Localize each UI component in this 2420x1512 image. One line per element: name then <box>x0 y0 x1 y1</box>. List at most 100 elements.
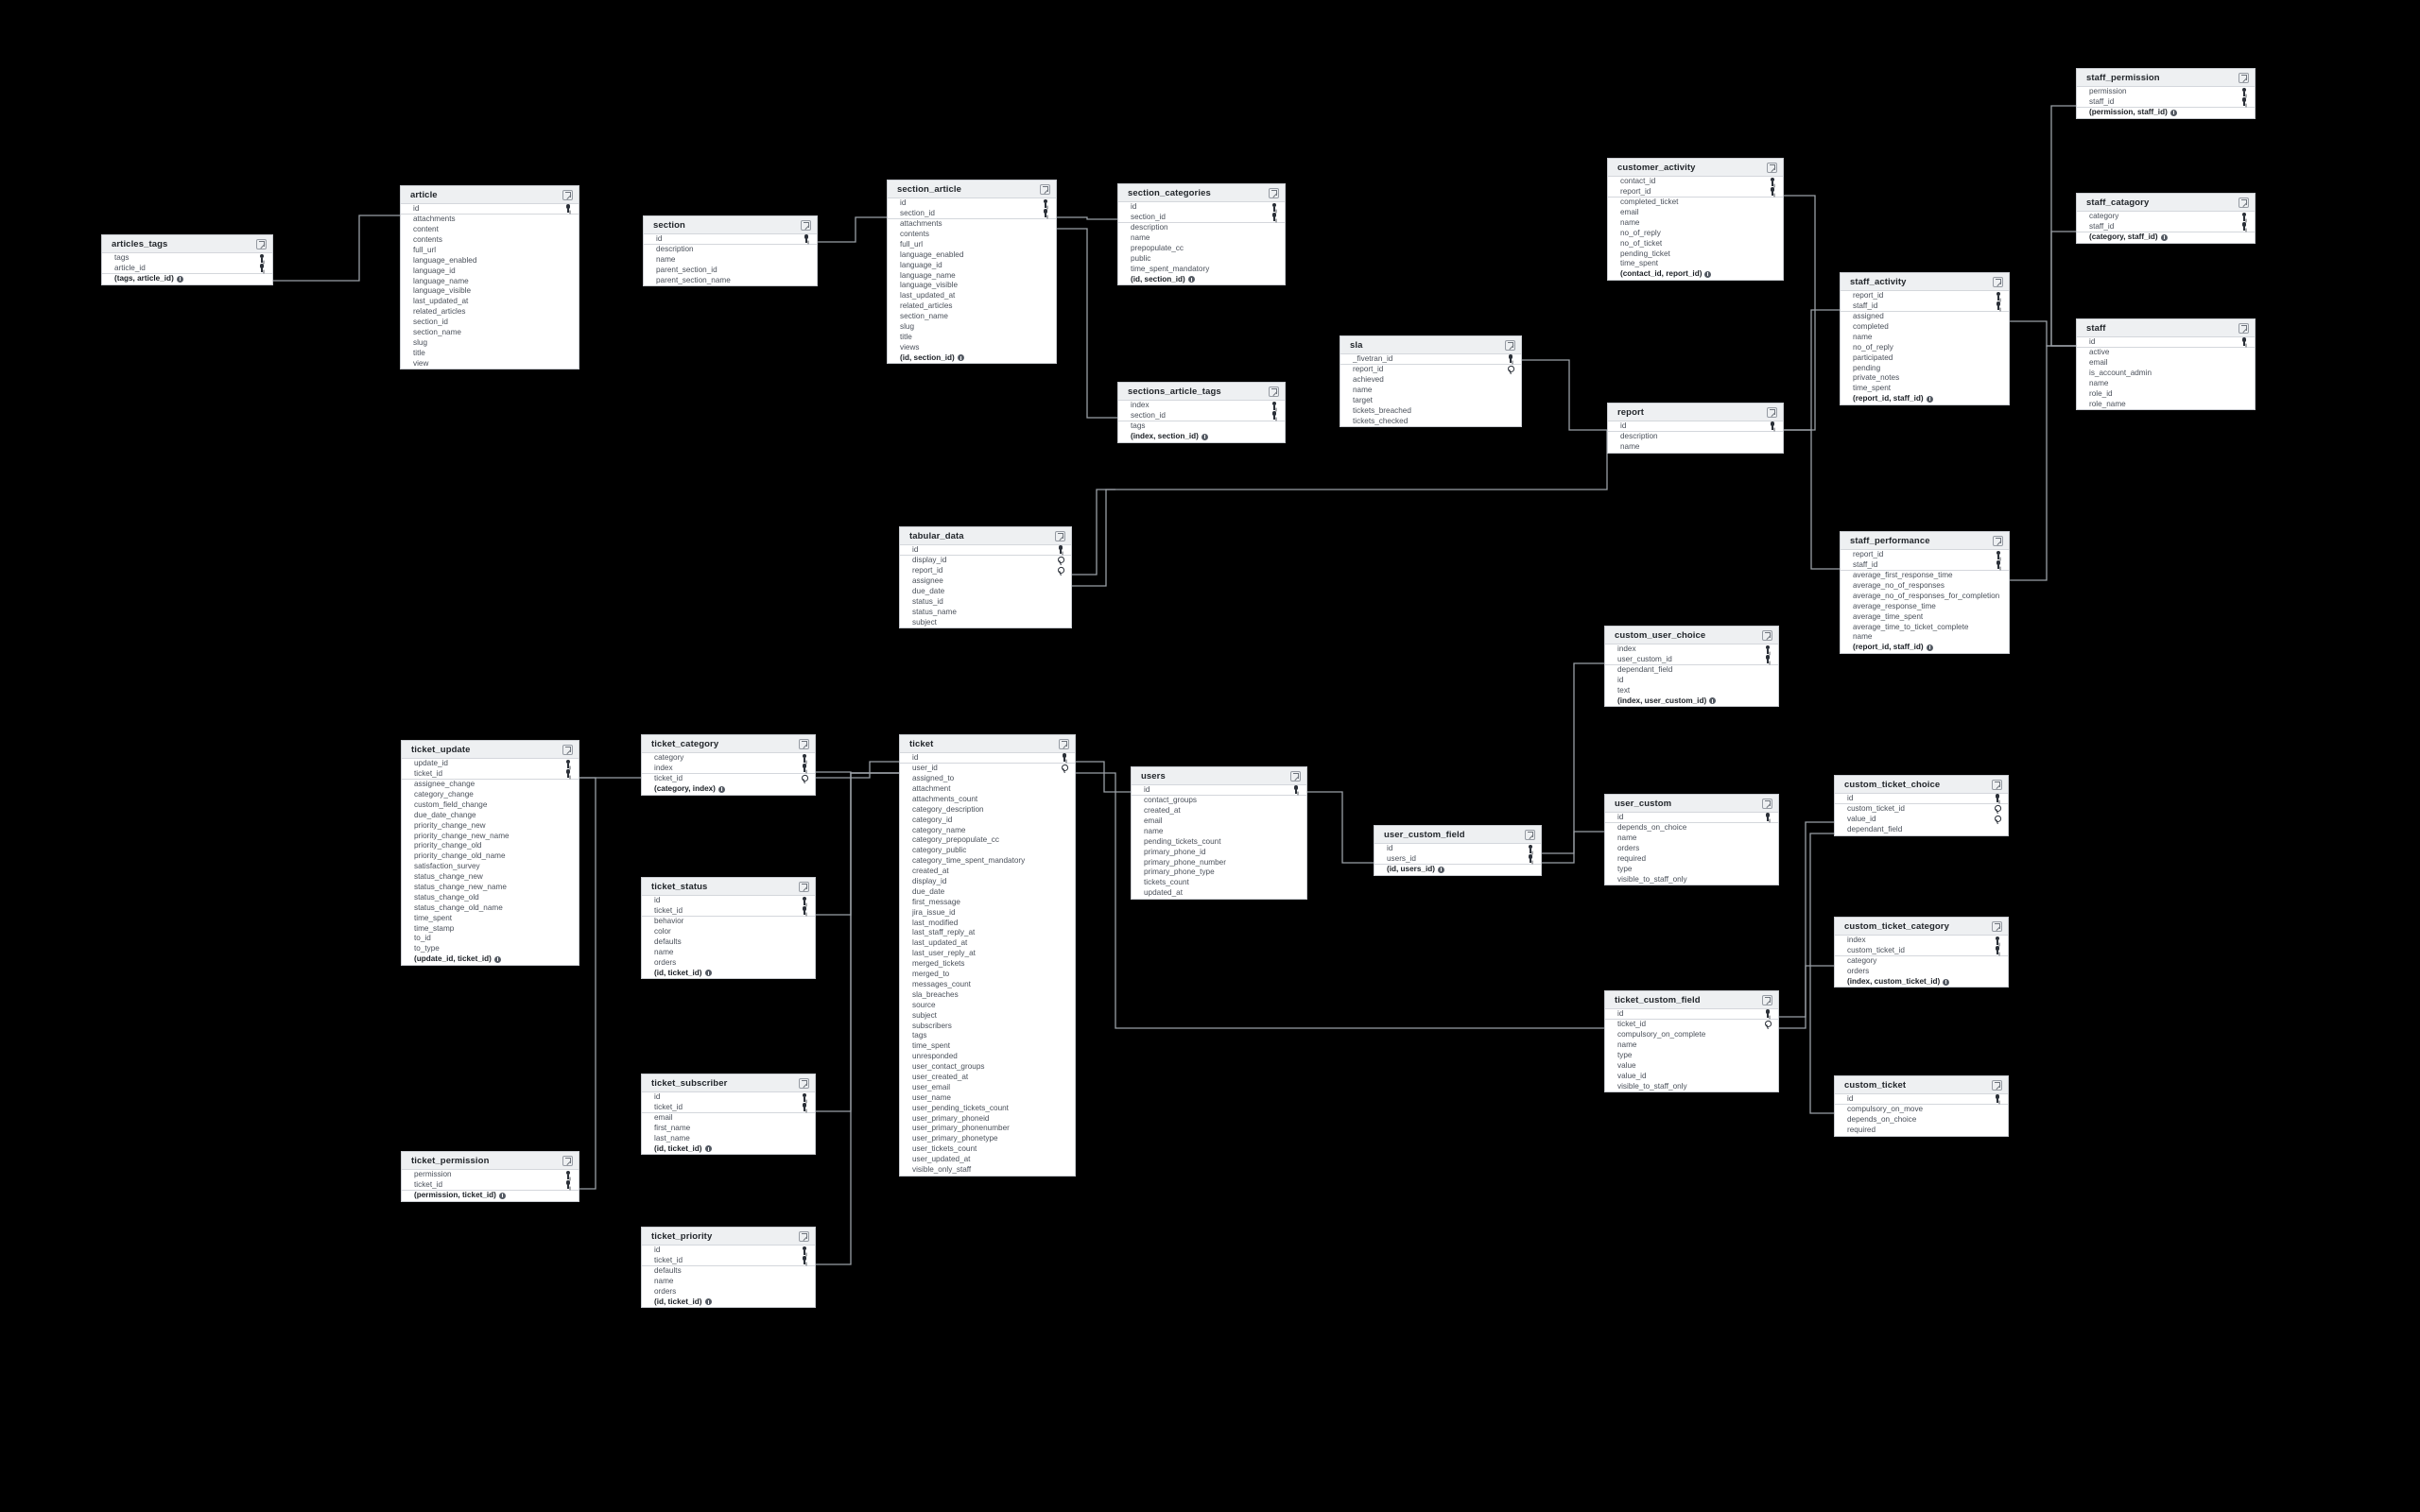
info-icon[interactable] <box>176 275 183 283</box>
info-icon[interactable] <box>1437 866 1444 873</box>
expand-icon[interactable] <box>2238 322 2249 334</box>
table-card-ticket_status[interactable]: ticket_status id ticket_id behavior color def… <box>641 877 816 980</box>
table-card-ticket_category[interactable]: ticket_category category index ticket_id (ca… <box>641 734 816 796</box>
expand-icon[interactable] <box>1269 187 1279 198</box>
info-icon[interactable] <box>1704 270 1712 278</box>
table-card-report[interactable]: report id description name <box>1607 403 1784 454</box>
index-row: (index, section_id) <box>1118 432 1285 442</box>
expand-icon[interactable] <box>1762 994 1772 1005</box>
column-row: completed <box>1841 322 2009 333</box>
info-icon[interactable] <box>1926 644 1933 651</box>
expand-icon[interactable] <box>799 1077 809 1089</box>
expand-icon[interactable] <box>1505 339 1515 351</box>
table-card-ticket_permission[interactable]: ticket_permission permission ticket_id (per… <box>401 1151 579 1202</box>
column-name: language_enabled <box>900 249 964 259</box>
info-icon[interactable] <box>1926 395 1933 403</box>
expand-icon[interactable] <box>562 744 573 755</box>
expand-icon[interactable] <box>562 1155 573 1166</box>
expand-icon[interactable] <box>801 219 811 231</box>
column-name: assigned <box>1853 312 1884 321</box>
expand-icon[interactable] <box>2238 197 2249 208</box>
info-icon[interactable] <box>498 1192 506 1199</box>
expand-icon[interactable] <box>799 738 809 749</box>
info-icon[interactable] <box>493 955 501 963</box>
table-card-ticket_custom_field[interactable]: ticket_custom_field id ticket_id compulsory… <box>1604 990 1779 1093</box>
table-card-staff_catagory[interactable]: staff_catagory category staff_id (category,… <box>2076 193 2256 244</box>
table-title: ticket_priority <box>651 1230 713 1242</box>
table-card-ticket_subscriber[interactable]: ticket_subscriber id ticket_id email first_n… <box>641 1074 816 1156</box>
table-card-articles_tags[interactable]: articles_tags tags article_id (tags, articl… <box>101 234 273 285</box>
table-card-custom_ticket_category[interactable]: custom_ticket_category index custom_ticket… <box>1834 917 2009 988</box>
expand-icon[interactable] <box>1993 276 2003 287</box>
info-icon[interactable] <box>1201 433 1208 440</box>
column-row: category_description <box>900 804 1075 815</box>
expand-icon[interactable] <box>1762 798 1772 809</box>
table-header-user_custom_field: user_custom_field <box>1374 826 1541 844</box>
info-icon[interactable] <box>1709 697 1717 705</box>
table-card-customer_activity[interactable]: customer_activity contact_id report_id comp… <box>1607 158 1784 281</box>
column-row: category_change <box>402 790 579 800</box>
info-icon[interactable] <box>1943 978 1950 986</box>
info-icon[interactable] <box>717 785 725 793</box>
expand-icon[interactable] <box>799 881 809 892</box>
table-card-users[interactable]: users id contact_groups created_at email name… <box>1131 766 1307 900</box>
column-name: section_id <box>900 208 935 217</box>
table-card-custom_ticket[interactable]: custom_ticket id compulsory_on_move depends… <box>1834 1075 2009 1137</box>
info-icon[interactable] <box>2169 109 2177 116</box>
key-row: display_id <box>900 556 1071 566</box>
expand-icon[interactable] <box>1059 738 1069 749</box>
column-name: permission <box>2089 87 2127 96</box>
table-card-article[interactable]: article id attachments content contents full_… <box>400 185 579 370</box>
column-row: slug <box>401 338 579 349</box>
expand-icon[interactable] <box>1525 829 1535 840</box>
info-icon[interactable] <box>704 1298 712 1306</box>
table-card-sla[interactable]: sla _fivetran_id report_id achieved name targ… <box>1340 335 1522 428</box>
info-icon[interactable] <box>1187 276 1195 284</box>
column-row: active <box>2077 348 2255 358</box>
table-card-sections_article_tags[interactable]: sections_article_tags index section_id tags… <box>1117 382 1286 443</box>
table-card-user_custom[interactable]: user_custom id depends_on_choice name orders… <box>1604 794 1779 886</box>
expand-icon[interactable] <box>1993 535 2003 546</box>
table-card-staff[interactable]: staff id active email is_account_admin name ro… <box>2076 318 2256 411</box>
expand-icon[interactable] <box>1992 779 2002 790</box>
table-card-staff_activity[interactable]: staff_activity report_id staff_id assigned c… <box>1840 272 2010 405</box>
primary-key-icon <box>801 1256 808 1265</box>
table-card-user_custom_field[interactable]: user_custom_field id users_id (id, users_id… <box>1374 825 1542 876</box>
column-name: staff_id <box>1853 301 1878 310</box>
expand-icon[interactable] <box>256 238 267 249</box>
table-card-ticket[interactable]: ticket id user_id assigned_to attachment atta… <box>899 734 1076 1177</box>
table-card-ticket_update[interactable]: ticket_update update_id ticket_id assignee_… <box>401 740 579 966</box>
table-card-custom_ticket_choice[interactable]: custom_ticket_choice id custom_ticket_id va… <box>1834 775 2009 836</box>
expand-icon[interactable] <box>1992 1079 2002 1091</box>
expand-icon[interactable] <box>1269 386 1279 397</box>
table-card-section_article[interactable]: section_article id section_id attachments co… <box>887 180 1057 365</box>
column-row: language_id <box>888 260 1056 270</box>
key-row: user_id <box>900 764 1075 774</box>
table-header-custom_ticket_category: custom_ticket_category <box>1835 918 2008 936</box>
column-name: compulsory_on_move <box>1847 1105 1924 1114</box>
expand-icon[interactable] <box>1040 183 1050 195</box>
expand-icon[interactable] <box>2238 72 2249 83</box>
table-card-section[interactable]: section id description name parent_section_i… <box>643 215 818 287</box>
expand-icon[interactable] <box>562 189 573 200</box>
table-card-tabular_data[interactable]: tabular_data id display_id report_id assigne… <box>899 526 1072 629</box>
table-card-staff_permission[interactable]: staff_permission permission staff_id (permi… <box>2076 68 2256 119</box>
key-row: report_id <box>1608 187 1783 198</box>
table-card-custom_user_choice[interactable]: custom_user_choice index user_custom_id dep… <box>1604 626 1779 708</box>
index-row: (id, ticket_id) <box>642 1297 815 1307</box>
column-name: to_type <box>414 944 440 954</box>
expand-icon[interactable] <box>1767 406 1777 418</box>
expand-icon[interactable] <box>1055 530 1065 541</box>
info-icon[interactable] <box>2160 233 2168 241</box>
info-icon[interactable] <box>957 354 964 362</box>
expand-icon[interactable] <box>1992 920 2002 932</box>
info-icon[interactable] <box>704 970 712 977</box>
expand-icon[interactable] <box>1767 162 1777 173</box>
table-card-section_categories[interactable]: section_categories id section_id descriptio… <box>1117 183 1286 286</box>
info-icon[interactable] <box>704 1145 712 1153</box>
table-card-staff_performance[interactable]: staff_performance report_id staff_id averag… <box>1840 531 2010 654</box>
table-card-ticket_priority[interactable]: ticket_priority id ticket_id defaults name or… <box>641 1227 816 1309</box>
expand-icon[interactable] <box>1762 629 1772 641</box>
expand-icon[interactable] <box>799 1230 809 1242</box>
expand-icon[interactable] <box>1290 770 1301 782</box>
